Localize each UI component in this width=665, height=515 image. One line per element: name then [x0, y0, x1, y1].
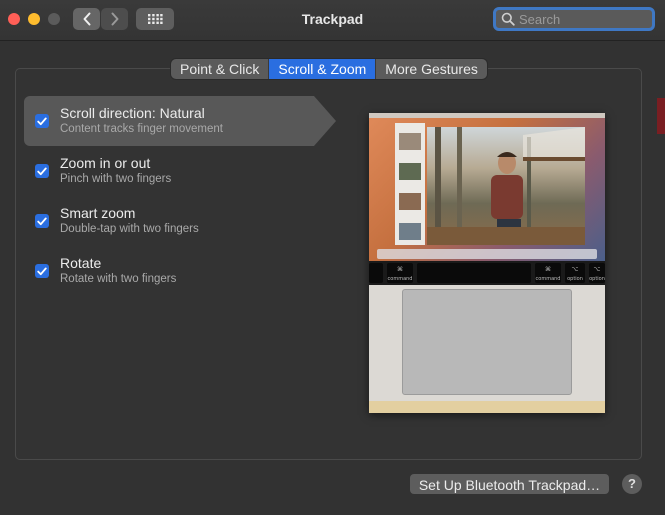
smart-zoom-checkbox[interactable]: [35, 214, 49, 228]
svg-text:⌘: ⌘: [397, 266, 403, 273]
svg-text:command: command: [388, 276, 413, 282]
option-subtitle: Rotate with two fingers: [60, 273, 177, 285]
trackpad-preferences-window: Trackpad Point & Click Scroll & Zoom Mor…: [0, 0, 665, 515]
set-up-bluetooth-trackpad-button[interactable]: Set Up Bluetooth Trackpad…: [410, 474, 609, 494]
search-icon: [501, 12, 515, 26]
svg-text:⌥: ⌥: [594, 266, 601, 273]
search-input[interactable]: [515, 11, 649, 27]
tab-bar: Point & Click Scroll & Zoom More Gesture…: [171, 59, 487, 79]
svg-text:command: command: [536, 276, 561, 282]
background-window-edge: [657, 98, 665, 134]
preview-keyboard-row: ⌘ command ⌘ command ⌥ option ⌥ option: [369, 261, 605, 285]
option-title: Smart zoom: [60, 205, 136, 221]
search-field[interactable]: [493, 7, 655, 31]
gesture-preview-image: ⌘ command ⌘ command ⌥ option ⌥ option: [369, 113, 605, 413]
svg-text:option: option: [589, 276, 605, 282]
zoom-in-or-out-checkbox[interactable]: [35, 164, 49, 178]
checkmark-icon: [37, 117, 47, 125]
option-zoom-in-or-out[interactable]: Zoom in or out Pinch with two fingers: [24, 146, 336, 196]
option-rotate[interactable]: Rotate Rotate with two fingers: [24, 246, 336, 296]
preview-laptop-screen: [369, 113, 605, 261]
tab-more-gestures[interactable]: More Gestures: [375, 59, 487, 79]
preview-photo-scene: [427, 127, 585, 245]
title-bar: Trackpad: [0, 0, 665, 41]
svg-text:⌘: ⌘: [545, 266, 551, 273]
preview-photo: [427, 127, 585, 245]
option-subtitle: Content tracks finger movement: [60, 123, 223, 135]
option-subtitle: Double-tap with two fingers: [60, 223, 199, 235]
preview-photo-sidebar: [395, 123, 425, 245]
option-scroll-direction[interactable]: Scroll direction: Natural Content tracks…: [24, 96, 336, 146]
rotate-checkbox[interactable]: [35, 264, 49, 278]
preview-trackpad: [402, 289, 572, 395]
scroll-direction-checkbox[interactable]: [35, 114, 49, 128]
option-smart-zoom[interactable]: Smart zoom Double-tap with two fingers: [24, 196, 336, 246]
checkmark-icon: [37, 217, 47, 225]
option-title: Zoom in or out: [60, 155, 151, 171]
help-button[interactable]: ?: [622, 474, 642, 494]
option-title: Rotate: [60, 255, 102, 271]
tab-point-and-click[interactable]: Point & Click: [171, 59, 268, 79]
preview-dock: [377, 249, 597, 259]
option-title: Scroll direction: Natural: [60, 105, 205, 121]
preview-table: [369, 401, 605, 413]
svg-text:⌥: ⌥: [572, 266, 579, 273]
tab-scroll-and-zoom[interactable]: Scroll & Zoom: [268, 59, 376, 79]
svg-text:option: option: [567, 276, 583, 282]
option-subtitle: Pinch with two fingers: [60, 173, 172, 185]
preview-spacebar: [417, 263, 531, 283]
checkmark-icon: [37, 167, 47, 175]
checkmark-icon: [37, 267, 47, 275]
